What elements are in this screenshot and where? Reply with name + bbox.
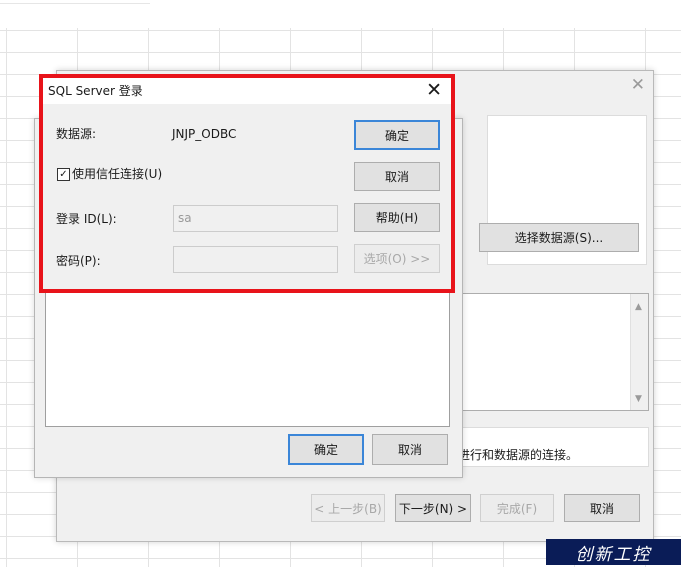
watermark-logo: 创新工控 [546, 539, 681, 565]
select-datasource-button[interactable]: 选择数据源(S)... [479, 223, 639, 252]
wizard-close-icon[interactable]: ✕ [631, 75, 645, 95]
scroll-up-icon[interactable]: ▲ [635, 302, 642, 312]
odbc-cancel-button[interactable]: 取消 [372, 434, 448, 465]
listbox-scrollbar[interactable]: ▲ ▼ [630, 294, 648, 410]
wizard-description-text: 进行和数据源的连接。 [458, 448, 579, 462]
sheet-header-area [0, 0, 681, 28]
odbc-ok-button[interactable]: 确定 [288, 434, 364, 465]
back-button[interactable]: < 上一步(B) [311, 494, 385, 522]
wizard-listbox[interactable]: ▲ ▼ [451, 293, 649, 411]
wizard-description: 进行和数据源的连接。 [451, 427, 649, 467]
finish-button[interactable]: 完成(F) [480, 494, 554, 522]
next-button[interactable]: 下一步(N) > [395, 494, 471, 522]
scroll-down-icon[interactable]: ▼ [635, 394, 642, 404]
wizard-cancel-button[interactable]: 取消 [564, 494, 640, 522]
red-highlight-frame [39, 74, 455, 293]
